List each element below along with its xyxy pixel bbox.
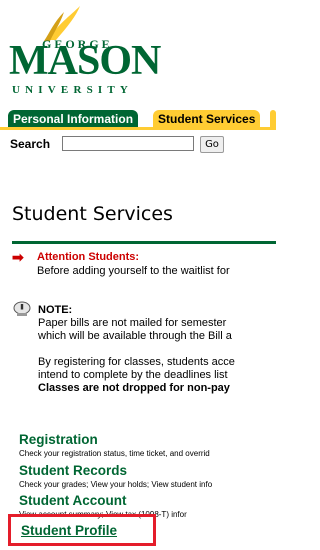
search-input[interactable] <box>62 136 194 151</box>
student-account-link[interactable]: Student Account <box>19 493 127 508</box>
note-heading: NOTE: <box>38 304 73 316</box>
attention-heading: Attention Students: <box>37 251 140 263</box>
logo-university-text: UNIVERSITY <box>12 84 134 96</box>
logo-mason-text: MASON <box>9 38 161 84</box>
note-line: which will be available through the Bill… <box>38 330 232 342</box>
go-button[interactable]: Go <box>200 136 224 153</box>
attention-text: Before adding yourself to the waitlist f… <box>37 265 230 277</box>
title-divider <box>12 241 276 244</box>
tab-overflow-edge <box>270 110 276 128</box>
tab-student-services[interactable]: Student Services <box>153 110 261 128</box>
tab-personal-information[interactable]: Personal Information <box>8 110 139 128</box>
note-bold-line: Classes are not dropped for non-pay <box>38 382 230 394</box>
search-label: Search <box>10 137 51 151</box>
note-line: By registering for classes, students acc… <box>38 356 235 368</box>
tab-underline <box>0 127 276 130</box>
note-line: Paper bills are not mailed for semester <box>38 317 227 329</box>
note-line: intend to complete by the deadlines list <box>38 369 228 381</box>
note-icon <box>13 301 31 316</box>
student-records-desc: Check your grades; View your holds; View… <box>19 480 213 489</box>
highlight-box <box>8 514 156 546</box>
registration-link[interactable]: Registration <box>19 432 98 447</box>
page-title: Student Services <box>12 203 173 225</box>
arrow-right-icon: ➡ <box>12 249 24 265</box>
main-tabs: Personal Information Student Services <box>0 110 276 128</box>
registration-desc: Check your registration status, time tic… <box>19 449 210 458</box>
student-records-link[interactable]: Student Records <box>19 463 127 478</box>
